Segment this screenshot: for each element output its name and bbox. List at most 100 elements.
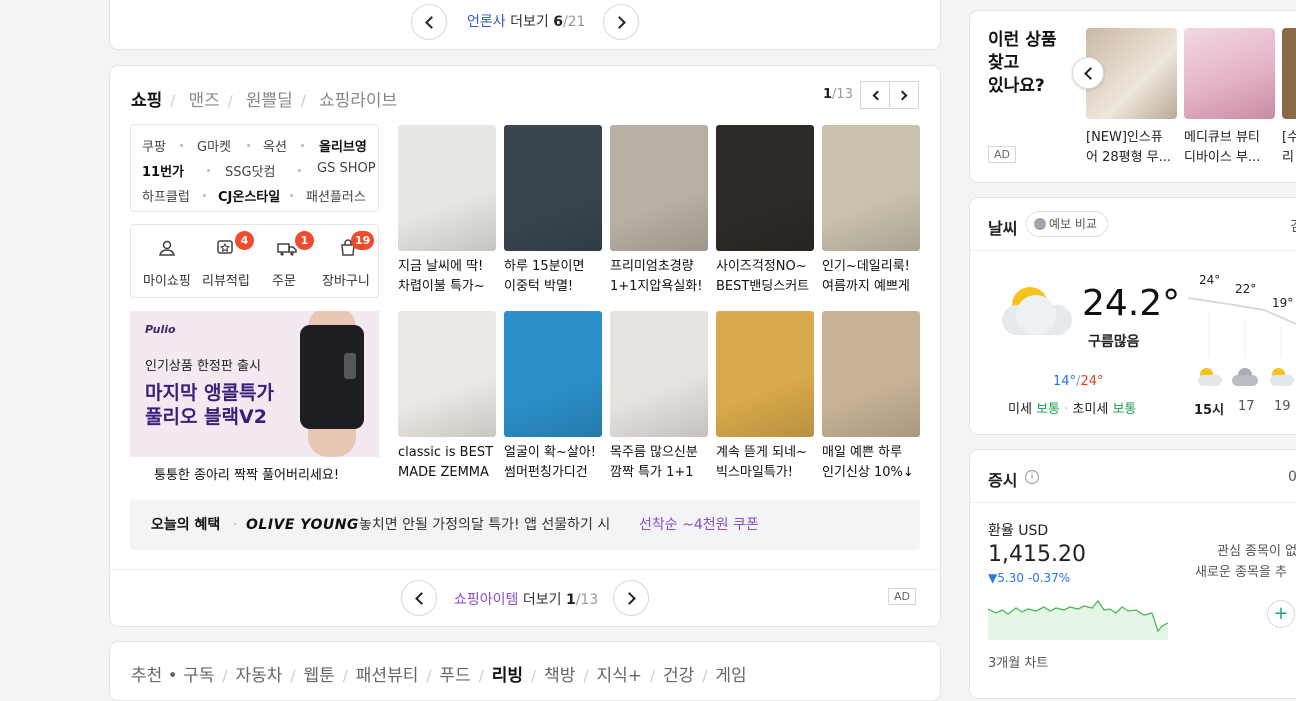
benefit-bar[interactable]: 오늘의 혜택 · OLIVE YOUNG 놓치면 안될 가정의달 특가! 앱 선… [130,500,920,550]
product-title-line2: 인기신상 10%↓ [822,465,914,480]
shopping-item-more[interactable]: 더보기 [523,592,562,608]
news-pager-more[interactable]: 더보기 [510,14,549,30]
exchange-name[interactable]: 환율 USD [988,520,1048,540]
shopping-next-button[interactable] [889,81,919,109]
category-separator: / [426,667,432,685]
news-pager-source[interactable]: 언론사 [467,14,506,30]
info-icon[interactable]: i [1025,470,1039,484]
hour-label-2: 17 [1238,399,1255,414]
shopping-total: /13 [832,87,853,102]
product-item[interactable]: 목주름 많으신분 깜짝 특가 1+1 [610,311,708,483]
tab-mens[interactable]: 맨즈 [188,91,219,111]
mall-11st[interactable]: 11번가 [142,161,184,180]
tab-shopping[interactable]: 쇼핑 [131,91,162,111]
chart-label[interactable]: 3개월 차트 [988,652,1048,671]
ad-prev-button[interactable] [1072,57,1104,89]
product-item[interactable]: 매일 예쁜 하루 인기신상 10%↓ [822,311,920,483]
news-prev-button[interactable] [411,4,447,40]
category-tab[interactable]: 패션뷰티 [356,666,419,686]
chevron-left-icon [424,15,438,29]
category-separator: / [583,667,589,685]
news-pager-text: 언론사 더보기 6/21 [467,11,585,31]
ad-item-2[interactable]: 메디큐브 뷰티 디바이스 부... [1184,28,1275,168]
promo-banner[interactable]: Pulio 인기상품 한정판 출시 마지막 앵콜특가 풀리오 블랙V2 [130,311,379,457]
category-tab[interactable]: 책방 [544,666,575,686]
product-item[interactable]: 인기~데일리룩! 여름까지 예쁘게 [822,125,920,297]
ad-item-1[interactable]: [NEW]인스퓨 어 28평형 무... [1086,28,1177,168]
category-tab[interactable]: 게임 [715,666,746,686]
exchange-chart[interactable] [988,595,1168,640]
shopping-pager: 1/13 [823,87,853,102]
mall-auction[interactable]: 옥션 [263,136,287,155]
banner-sub: 인기상품 한정판 출시 [145,359,261,374]
product-item[interactable]: 지금 날씨에 딱! 차렵이불 특가~ [398,125,496,297]
category-tab[interactable]: 리빙 [492,666,523,686]
mall-cjonstyle[interactable]: CJ온스타일 [218,186,280,205]
oliveyoung-logo: OLIVE YOUNG [246,517,359,533]
tab-shopping-live[interactable]: 쇼핑라이브 [319,91,397,111]
product-item[interactable]: 얼굴이 확~살아! 썸머펀칭가디건 [504,311,602,483]
dust-label: 미세 [1008,402,1032,417]
hour-1-partly-cloudy-icon [1196,368,1222,386]
ad-label[interactable]: AD [888,588,916,605]
ad-badge[interactable]: AD [988,146,1016,163]
category-tab[interactable]: 웹툰 [303,666,334,686]
product-item[interactable]: 프리미엄초경량 1+1지압욕실화! [610,125,708,297]
mall-fashionplus[interactable]: 패션플러스 [306,186,366,205]
shopping-item-prev-button[interactable] [401,580,437,616]
banner-caption[interactable]: 퉁퉁한 종아리 짝짝 풀어버리세요! [154,464,339,483]
high-temp: 24° [1080,374,1104,389]
mall-list: 쿠팡 G마켓 옥션 올리브영 11번가 SSG닷컴 GS SHOP 하프클럽 C… [130,124,379,212]
product-item[interactable]: 사이즈걱정NO~ BEST밴딩스커트 [716,125,814,297]
mall-coupang[interactable]: 쿠팡 [142,136,166,155]
leg-massager-image [290,311,379,457]
chevron-left-icon [414,591,428,605]
review-points-item[interactable]: 4 리뷰적립 [193,225,255,297]
shopping-tabs: 쇼핑 / 맨즈 / 원쁠딜 / 쇼핑라이브 [131,91,398,111]
shopping-item-label[interactable]: 쇼핑아이템 [454,592,518,608]
chevron-right-icon [612,15,626,29]
category-tab[interactable]: 건강 [663,666,694,686]
add-stock-button[interactable]: + [1267,600,1295,628]
orders-label: 주문 [272,274,296,289]
product-title-line1: 지금 날씨에 딱! [398,259,484,274]
mall-halfclub[interactable]: 하프클럽 [142,186,190,205]
exchange-change: ▼5.30 -0.37% [988,571,1071,585]
hour-2-cloudy-icon [1232,368,1258,386]
weather-condition: 구름많음 [1088,334,1140,350]
news-pager-page: 6 [553,14,563,30]
orders-item[interactable]: 1 주문 [255,225,317,297]
mall-gsshop[interactable]: GS SHOP [317,161,376,176]
product-item[interactable]: 계속 뜯게 되네~ 빅스마일특가! [716,311,814,483]
ad-item-3[interactable]: [수 리 [1282,28,1296,168]
ad-item-2-line2: 디바이스 부... [1184,150,1261,165]
product-title-line2: 빅스마일특가! [716,465,793,480]
shopping-item-next-button[interactable] [613,580,649,616]
cart-item[interactable]: 19 장바구니 [317,225,379,297]
ad-title: 이런 상품 찾고 있나요? [988,29,1056,98]
product-title-line1: 목주름 많으신분 [610,445,698,460]
product-title-line1: 사이즈걱정NO~ [716,259,807,274]
category-tab[interactable]: 푸드 [439,666,470,686]
current-temp: 24.2° [1082,283,1181,324]
stock-title[interactable]: 증시 [988,467,1017,491]
product-item[interactable]: classic is BEST MADE ZEMMA [398,311,496,483]
news-pager-total: /21 [562,14,586,30]
weather-title[interactable]: 날씨 [988,215,1017,239]
mall-gmarket[interactable]: G마켓 [197,136,231,155]
product-item[interactable]: 하루 15분이면 이중턱 박멸! [504,125,602,297]
forecast-compare-button[interactable]: 예보 비교 [1026,211,1108,237]
hour-label-3: 19 [1274,399,1291,414]
mall-ssg[interactable]: SSG닷컴 [225,161,276,180]
tab-oneplus-deal[interactable]: 원쁠딜 [246,91,293,111]
mall-oliveyoung[interactable]: 올리브영 [319,136,367,155]
watchlist-note-2: 새로운 종목을 추 [1195,565,1287,580]
category-tab[interactable]: 추천 • 구독 [131,666,214,686]
my-shopping-item[interactable]: 마이쇼핑 [131,225,193,297]
category-tab[interactable]: 자동차 [235,666,282,686]
category-tab[interactable]: 지식+ [596,666,642,686]
benefit-text: 놓치면 안될 가정의달 특가! 앱 선물하기 시 [359,517,611,533]
shopping-prev-button[interactable] [860,81,890,109]
my-shopping-label: 마이쇼핑 [143,274,191,289]
news-next-button[interactable] [603,4,639,40]
